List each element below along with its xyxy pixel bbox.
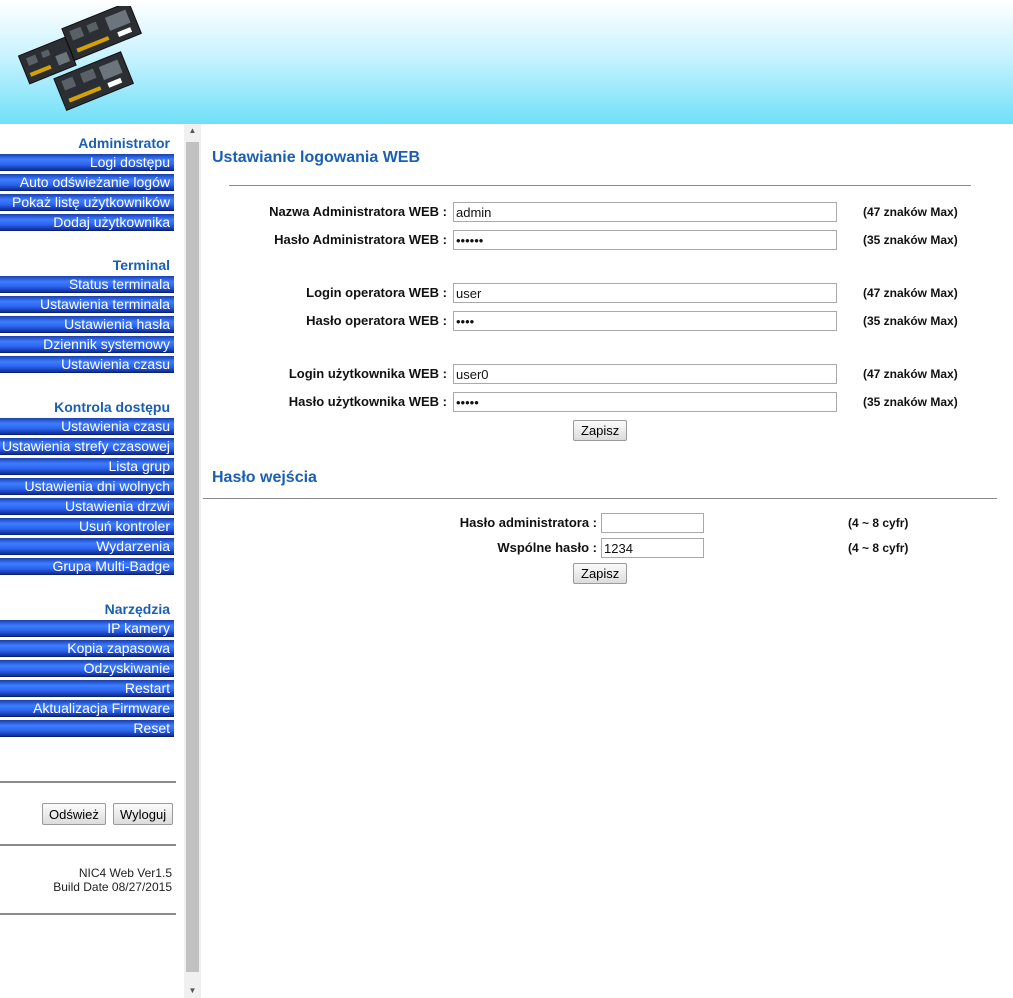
password-field[interactable] — [453, 230, 837, 250]
web-login-title: Ustawianie logowania WEB — [212, 149, 421, 166]
page-header — [0, 0, 1013, 124]
sidebar-item[interactable]: IP kamery — [0, 620, 174, 637]
sidebar-item[interactable]: Ustawienia hasła — [0, 316, 174, 333]
sidebar-item[interactable]: Ustawienia czasu — [0, 356, 174, 373]
field-label: Hasło operatora WEB : — [306, 313, 447, 328]
sidebar-item[interactable]: Ustawienia strefy czasowej — [0, 438, 174, 455]
build-date-text: Build Date 08/27/2015 — [53, 880, 172, 894]
field-hint: (35 znaków Max) — [863, 314, 958, 328]
entry-password-field[interactable] — [601, 513, 704, 533]
sidebar-item[interactable]: Wydarzenia — [0, 538, 174, 555]
section-title: Kontrola dostępu — [54, 399, 170, 415]
sidebar-item[interactable]: Lista grup — [0, 458, 174, 475]
sidebar-item[interactable]: Status terminala — [0, 276, 174, 293]
main-content: Ustawianie logowania WEB Nazwa Administr… — [201, 124, 1013, 998]
field-label: Login użytkownika WEB : — [288, 366, 447, 381]
password-field[interactable] — [453, 311, 837, 331]
field-hint: (47 znaków Max) — [863, 286, 958, 300]
section-divider — [229, 185, 971, 186]
login-field[interactable] — [453, 364, 837, 384]
scroll-up-icon[interactable]: ▲ — [184, 124, 201, 138]
sidebar-item[interactable]: Grupa Multi-Badge — [0, 558, 174, 575]
version-info: NIC4 Web Ver1.5 Build Date 08/27/2015 — [0, 866, 172, 894]
scroll-thumb[interactable] — [186, 142, 199, 972]
sidebar-item[interactable]: Ustawienia dni wolnych — [0, 478, 174, 495]
sidebar-item[interactable]: Reset — [0, 720, 174, 737]
refresh-button[interactable]: Odśwież — [42, 803, 106, 825]
logout-button[interactable]: Wyloguj — [113, 803, 174, 825]
login-field[interactable] — [453, 202, 837, 222]
password-field[interactable] — [453, 392, 837, 412]
sidebar-item[interactable]: Ustawienia drzwi — [0, 498, 174, 515]
field-hint: (47 znaków Max) — [863, 367, 958, 381]
field-label: Login operatora WEB : — [306, 285, 447, 300]
entry-password-field[interactable] — [601, 538, 704, 558]
scroll-down-icon[interactable]: ▼ — [184, 984, 201, 998]
sidebar-divider — [0, 844, 176, 846]
login-field[interactable] — [453, 283, 837, 303]
sidebar-item[interactable]: Pokaż listę użytkowników — [0, 194, 174, 211]
sidebar-item[interactable]: Restart — [0, 680, 174, 697]
field-hint: (35 znaków Max) — [863, 395, 958, 409]
field-label: Hasło Administratora WEB : — [274, 232, 447, 247]
sidebar-divider — [0, 913, 176, 915]
sidebar-item[interactable]: Dziennik systemowy — [0, 336, 174, 353]
sidebar-item[interactable]: Ustawienia czasu — [0, 418, 174, 435]
save-entry-password-button[interactable]: Zapisz — [573, 563, 628, 584]
field-hint: (4 ~ 8 cyfr) — [848, 516, 909, 530]
field-hint: (4 ~ 8 cyfr) — [848, 541, 909, 555]
sidebar-item[interactable]: Dodaj użytkownika — [0, 214, 174, 231]
sidebar-divider — [0, 781, 176, 783]
section-title: Administrator — [78, 135, 170, 151]
section-title: Narzędzia — [104, 601, 170, 617]
sidebar-item[interactable]: Odzyskiwanie — [0, 660, 174, 677]
field-hint: (47 znaków Max) — [863, 205, 958, 219]
field-label: Wspólne hasło : — [497, 540, 597, 555]
section-divider — [203, 498, 997, 499]
version-text: NIC4 Web Ver1.5 — [78, 866, 172, 880]
sidebar-item[interactable]: Ustawienia terminala — [0, 296, 174, 313]
field-label: Nazwa Administratora WEB : — [269, 204, 447, 219]
sidebar-item[interactable]: Kopia zapasowa — [0, 640, 174, 657]
sidebar-scrollbar[interactable]: ▲ ▼ — [184, 124, 201, 998]
entry-password-title: Hasło wejścia — [212, 469, 317, 486]
sidebar-item[interactable]: Auto odświeżanie logów — [0, 174, 174, 191]
sidebar: Administrator Logi dostępu Auto odświeżani… — [0, 124, 184, 998]
field-label: Hasło użytkownika WEB : — [288, 394, 447, 409]
save-web-login-button[interactable]: Zapisz — [573, 420, 628, 441]
controller-boards-logo — [18, 6, 142, 111]
section-title: Terminal — [112, 257, 170, 273]
field-label: Hasło administratora : — [459, 515, 597, 530]
sidebar-item[interactable]: Logi dostępu — [0, 154, 174, 171]
sidebar-item[interactable]: Usuń kontroler — [0, 518, 174, 535]
field-hint: (35 znaków Max) — [863, 233, 958, 247]
sidebar-item[interactable]: Aktualizacja Firmware — [0, 700, 174, 717]
